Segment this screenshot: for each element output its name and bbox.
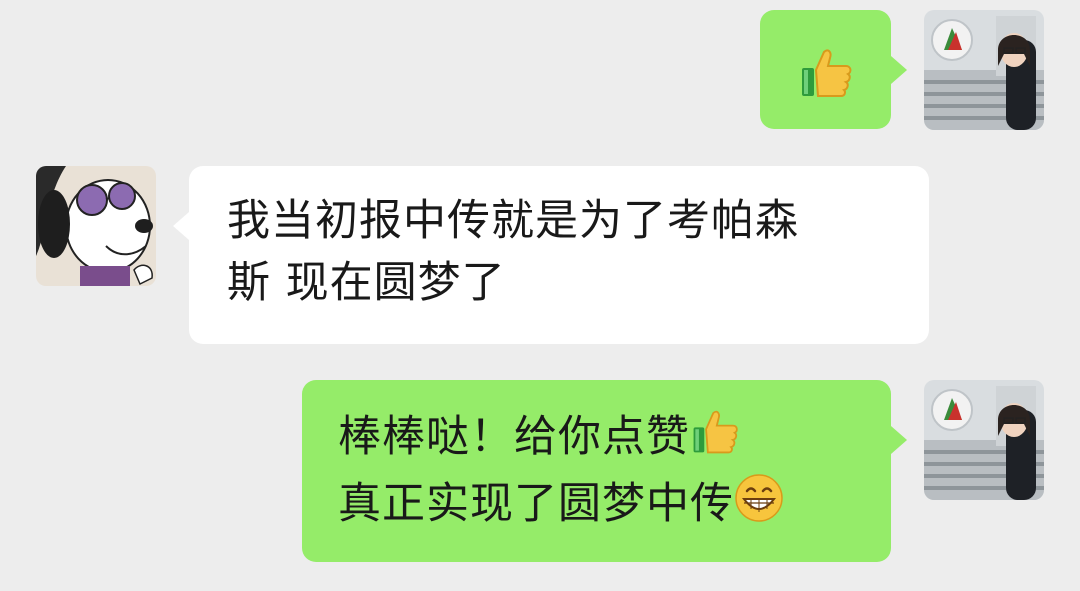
bubble-tail <box>891 426 907 454</box>
avatar-friend[interactable] <box>36 166 156 286</box>
avatar-self[interactable] <box>924 380 1044 500</box>
message-text-line: 真正实现了圆梦中传 <box>338 473 891 540</box>
message-text-line: 我当初报中传就是为了考帕森 <box>227 196 799 246</box>
message-text: 真正实现了圆梦中传 <box>338 479 734 529</box>
message-text-line: 棒棒哒！给你点赞 <box>338 406 891 473</box>
bubble-tail <box>173 212 189 240</box>
message-bubble-outgoing[interactable]: 棒棒哒！给你点赞 真正实现了圆梦中传 <box>302 380 891 562</box>
thumbs-up-icon <box>690 406 740 473</box>
avatar-self[interactable] <box>924 10 1044 130</box>
message-text-line: 斯 现在圆梦了 <box>227 258 506 308</box>
message-text: 棒棒哒！给你点赞 <box>338 412 690 462</box>
message-bubble-incoming[interactable]: 我当初报中传就是为了考帕森 斯 现在圆梦了 <box>189 166 929 344</box>
grinning-face-icon <box>734 473 784 540</box>
bubble-tail <box>891 56 907 84</box>
thumbs-up-icon <box>798 44 854 117</box>
message-bubble-outgoing[interactable] <box>760 10 891 129</box>
